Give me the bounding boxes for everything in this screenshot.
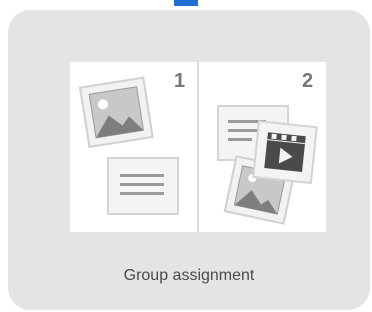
panel-divider <box>197 62 199 232</box>
image-icon <box>78 76 154 149</box>
text-document-icon <box>107 157 179 215</box>
panel-number-1: 1 <box>174 70 186 92</box>
focus-indicator <box>174 0 198 6</box>
video-icon <box>252 120 318 185</box>
card-caption: Group assignment <box>123 267 255 284</box>
group-assignment-card[interactable]: 1 2 Group assignment <box>8 10 370 310</box>
assignment-thumbnail: 1 2 <box>70 62 326 232</box>
panel-number-2: 2 <box>302 70 314 92</box>
